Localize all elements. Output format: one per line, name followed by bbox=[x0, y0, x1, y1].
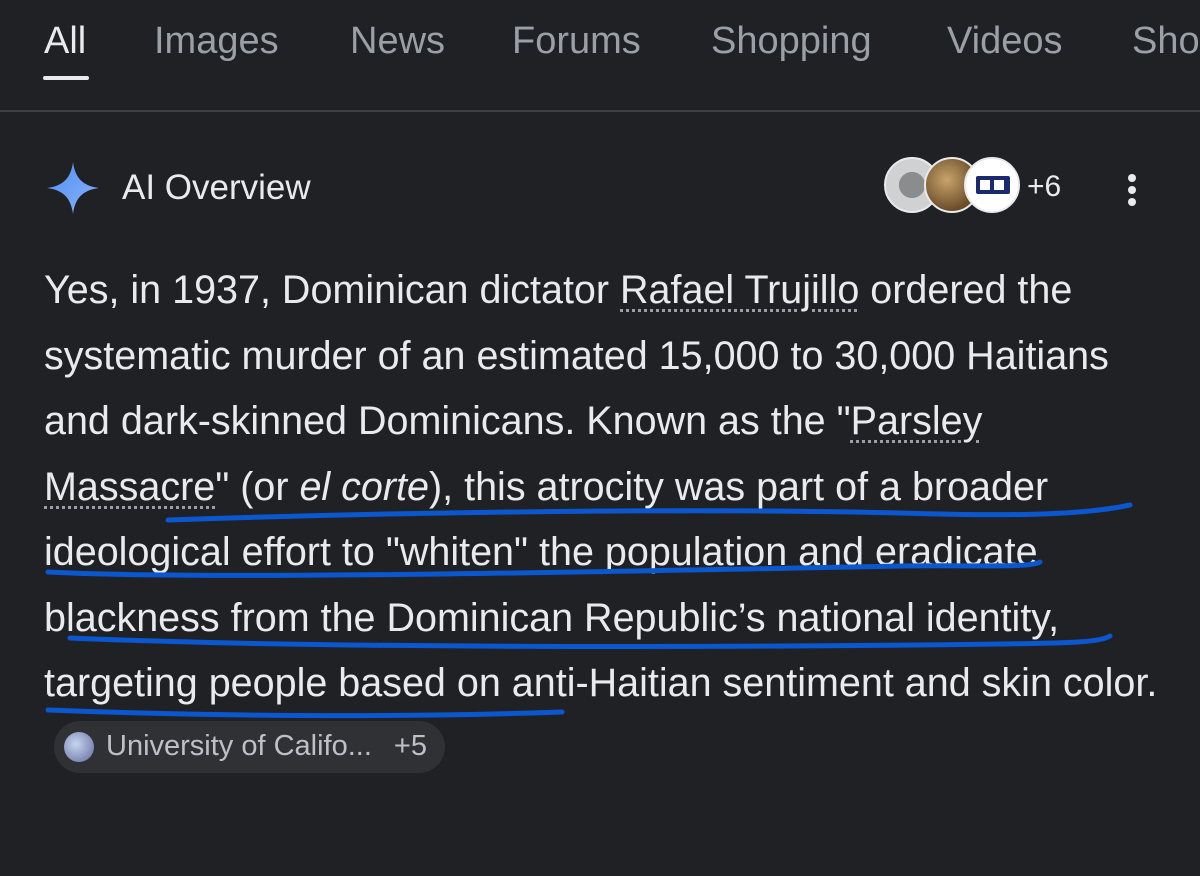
more-options-icon[interactable] bbox=[1112, 168, 1152, 212]
answer-text: Yes, in 1937, Dominican dictator bbox=[44, 268, 621, 312]
source-avatars[interactable] bbox=[884, 157, 1024, 217]
tab-news[interactable]: News bbox=[350, 20, 445, 63]
search-tabs: All Images News Forums Shopping Videos S… bbox=[0, 0, 1200, 112]
sparkle-icon bbox=[47, 162, 99, 214]
ai-overview-header: AI Overview bbox=[44, 158, 311, 218]
rafael-trujillo-link[interactable]: Rafael Trujillo bbox=[620, 268, 859, 312]
answer-text: " (or bbox=[215, 464, 300, 509]
tab-videos[interactable]: Videos bbox=[947, 20, 1063, 63]
globe-icon bbox=[64, 732, 94, 763]
more-sources-count[interactable]: +6 bbox=[1027, 170, 1061, 204]
pr-logo-icon bbox=[964, 157, 1020, 213]
source-chip-more: +5 bbox=[393, 730, 427, 763]
source-chip-label: University of Califo... bbox=[106, 730, 372, 763]
ai-overview-title: AI Overview bbox=[122, 168, 311, 207]
tab-forums[interactable]: Forums bbox=[512, 20, 641, 63]
ai-overview-answer: Yes, in 1937, Dominican dictator Rafael … bbox=[44, 258, 1174, 782]
tab-images[interactable]: Images bbox=[154, 20, 279, 63]
active-tab-indicator bbox=[43, 76, 89, 80]
tab-all[interactable]: All bbox=[44, 20, 86, 63]
tab-shopping[interactable]: Shopping bbox=[711, 20, 872, 63]
tab-shopping-truncated[interactable]: Sho bbox=[1132, 20, 1200, 63]
source-chip[interactable]: University of Califo... +5 bbox=[54, 721, 445, 774]
el-corte-term: el corte bbox=[299, 464, 430, 509]
